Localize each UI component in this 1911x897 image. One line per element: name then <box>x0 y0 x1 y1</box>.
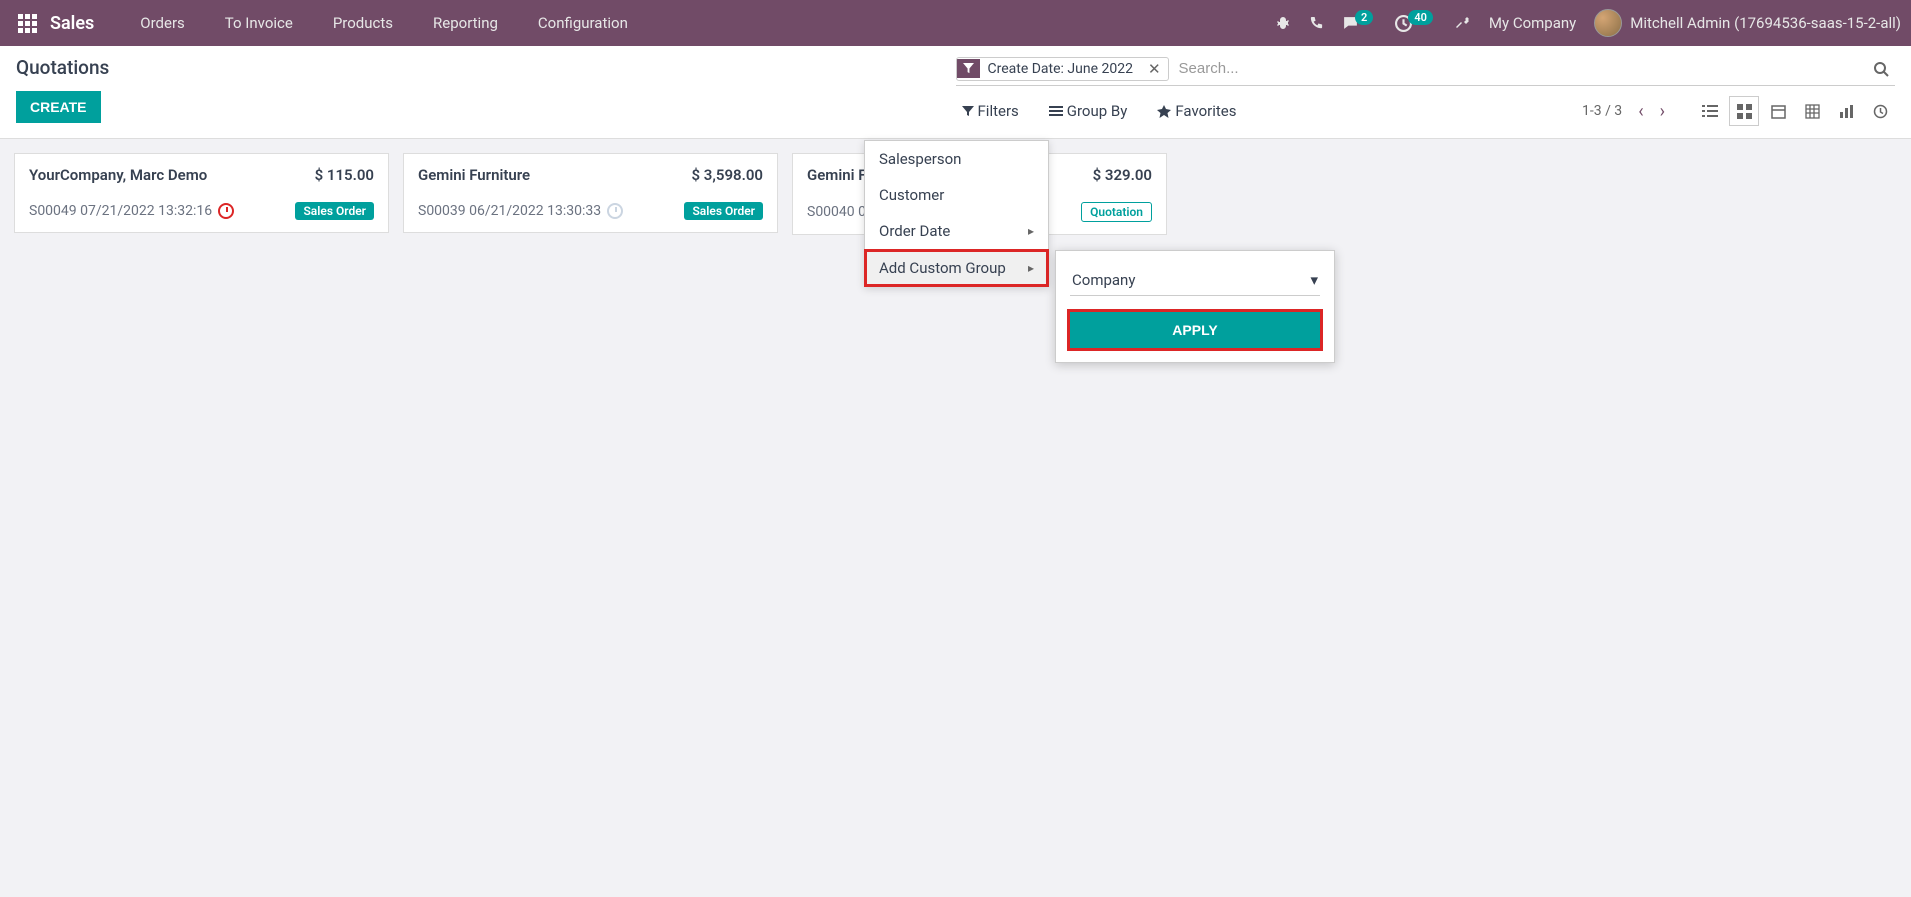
card-title: Gemini F <box>807 166 866 184</box>
card-title: Gemini Furniture <box>418 166 530 184</box>
phone-icon[interactable] <box>1309 16 1324 31</box>
nav-links: Orders To Invoice Products Reporting Con… <box>120 8 648 38</box>
card-amount: $ 3,598.00 <box>692 166 764 184</box>
chat-badge: 2 <box>1355 10 1373 25</box>
control-panel: Quotations CREATE Create Date: June 2022… <box>0 46 1911 139</box>
card-amount: $ 329.00 <box>1093 166 1152 184</box>
nav-products[interactable]: Products <box>313 8 413 38</box>
kanban-card[interactable]: Gemini Furniture $ 3,598.00 S00039 06/21… <box>403 153 778 233</box>
filters-label: Filters <box>978 102 1019 120</box>
view-graph-icon[interactable] <box>1831 96 1861 126</box>
view-kanban-icon[interactable] <box>1729 96 1759 126</box>
search-icon[interactable] <box>1867 61 1895 77</box>
search-facet: Create Date: June 2022 ✕ <box>956 57 1169 81</box>
user-name: Mitchell Admin (17694536-saas-15-2-all) <box>1630 14 1901 32</box>
kanban-card[interactable]: YourCompany, Marc Demo $ 115.00 S00049 0… <box>14 153 389 233</box>
facet-remove-icon[interactable]: ✕ <box>1141 60 1168 78</box>
groupby-customer[interactable]: Customer <box>865 177 1048 213</box>
favorites-label: Favorites <box>1175 102 1236 120</box>
view-activity-icon[interactable] <box>1865 96 1895 126</box>
groupby-salesperson[interactable]: Salesperson <box>865 141 1048 177</box>
top-navbar: Sales Orders To Invoice Products Reporti… <box>0 0 1911 46</box>
card-amount: $ 115.00 <box>315 166 374 184</box>
activity-icon[interactable]: 40 <box>1395 15 1437 32</box>
chat-icon[interactable]: 2 <box>1342 15 1377 32</box>
clock-icon <box>218 203 234 219</box>
filter-icon <box>957 59 980 78</box>
nav-orders[interactable]: Orders <box>120 8 205 38</box>
add-custom-group[interactable]: Add Custom Group <box>865 250 1048 286</box>
status-badge: Sales Order <box>684 202 763 220</box>
status-badge: Quotation <box>1081 202 1152 222</box>
create-button[interactable]: CREATE <box>16 91 101 123</box>
custom-group-panel: Company ▾ APPLY <box>1055 250 1335 363</box>
group-by-label: Group By <box>1067 102 1128 120</box>
nav-configuration[interactable]: Configuration <box>518 8 648 38</box>
status-badge: Sales Order <box>295 202 374 220</box>
search-input[interactable] <box>1175 56 1867 81</box>
apply-button[interactable]: APPLY <box>1070 312 1320 348</box>
card-ref: S00039 06/21/2022 13:30:33 <box>418 203 601 219</box>
company-switcher[interactable]: My Company <box>1489 14 1576 32</box>
activity-badge: 40 <box>1408 10 1433 25</box>
nav-reporting[interactable]: Reporting <box>413 8 518 38</box>
filters-button[interactable]: Filters <box>956 98 1025 124</box>
card-ref: S00040 0 <box>807 204 866 220</box>
group-by-button[interactable]: Group By <box>1043 98 1134 124</box>
view-calendar-icon[interactable] <box>1763 96 1793 126</box>
apps-icon[interactable] <box>10 14 44 33</box>
bug-icon[interactable] <box>1275 15 1291 31</box>
card-ref: S00049 07/21/2022 13:32:16 <box>29 203 212 219</box>
view-list-icon[interactable] <box>1695 96 1725 126</box>
pager-text: 1-3 / 3 <box>1582 103 1622 119</box>
pager-prev-icon[interactable]: ‹ <box>1634 97 1647 126</box>
nav-to-invoice[interactable]: To Invoice <box>205 8 313 38</box>
avatar <box>1594 9 1622 37</box>
card-title: YourCompany, Marc Demo <box>29 166 207 184</box>
favorites-button[interactable]: Favorites <box>1151 98 1242 124</box>
clock-icon <box>607 203 623 219</box>
chevron-down-icon: ▾ <box>1310 271 1318 289</box>
tools-icon[interactable] <box>1455 15 1471 31</box>
view-pivot-icon[interactable] <box>1797 96 1827 126</box>
search-bar: Create Date: June 2022 ✕ <box>956 56 1896 86</box>
group-by-dropdown: Salesperson Customer Order Date Add Cust… <box>864 140 1049 287</box>
pager: 1-3 / 3 ‹ › <box>1582 97 1669 126</box>
user-menu[interactable]: Mitchell Admin (17694536-saas-15-2-all) <box>1594 9 1901 37</box>
facet-label: Create Date: June 2022 <box>980 58 1141 80</box>
groupby-order-date[interactable]: Order Date <box>865 213 1048 249</box>
brand-name[interactable]: Sales <box>50 13 94 34</box>
pager-next-icon[interactable]: › <box>1656 97 1669 126</box>
select-value: Company <box>1072 271 1135 289</box>
custom-group-field-select[interactable]: Company ▾ <box>1070 265 1320 296</box>
page-title: Quotations <box>16 56 956 79</box>
